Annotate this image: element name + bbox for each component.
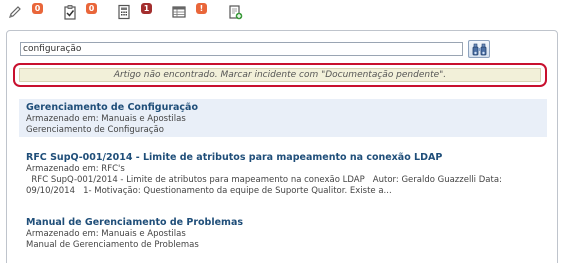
list-item[interactable]: RFC SupQ-001/2014 - Limite de atributos … (19, 152, 547, 200)
table-badge: ! (196, 3, 207, 14)
clipboard-check-icon[interactable] (62, 4, 78, 20)
calculator-badge: 1 (141, 3, 152, 14)
pencil-badge: 0 (32, 3, 43, 14)
search-panel: Artigo não encontrado. Marcar incidente … (6, 30, 558, 263)
result-snippet: 09/10/2014 1- Motivação: Questionamento … (26, 186, 392, 196)
not-found-notice: Artigo não encontrado. Marcar incidente … (19, 68, 541, 82)
result-title[interactable]: Gerenciamento de Configuração (26, 102, 547, 114)
result-location: Armazenado em: Manuais e Apostilas (26, 114, 186, 124)
result-title[interactable]: Manual de Gerenciamento de Problemas (26, 217, 547, 229)
binoculars-icon (472, 43, 487, 56)
result-snippet: Manual de Gerenciamento de Problemas (26, 240, 199, 250)
list-item[interactable]: Gerenciamento de Configuração Armazenado… (19, 99, 547, 137)
table-icon[interactable] (171, 4, 187, 20)
search-input[interactable] (20, 42, 463, 56)
search-button[interactable] (468, 40, 490, 58)
clipboard-check-badge: 0 (86, 3, 97, 14)
result-location: Armazenado em: Manuais e Apostilas (26, 229, 186, 239)
result-location: Armazenado em: RFC's (26, 164, 125, 174)
result-snippet: Gerenciamento de Configuração (26, 125, 164, 135)
notice-highlight: Artigo não encontrado. Marcar incidente … (13, 63, 547, 87)
result-snippet: RFC SupQ-001/2014 - Limite de atributos … (26, 175, 502, 185)
document-add-icon[interactable] (227, 4, 243, 20)
list-item[interactable]: Manual de Gerenciamento de Problemas Arm… (19, 217, 547, 253)
pencil-icon[interactable] (7, 4, 23, 20)
toolbar: 0 0 1 ! (0, 0, 564, 28)
result-title[interactable]: RFC SupQ-001/2014 - Limite de atributos … (26, 152, 547, 164)
calculator-icon[interactable] (116, 4, 132, 20)
